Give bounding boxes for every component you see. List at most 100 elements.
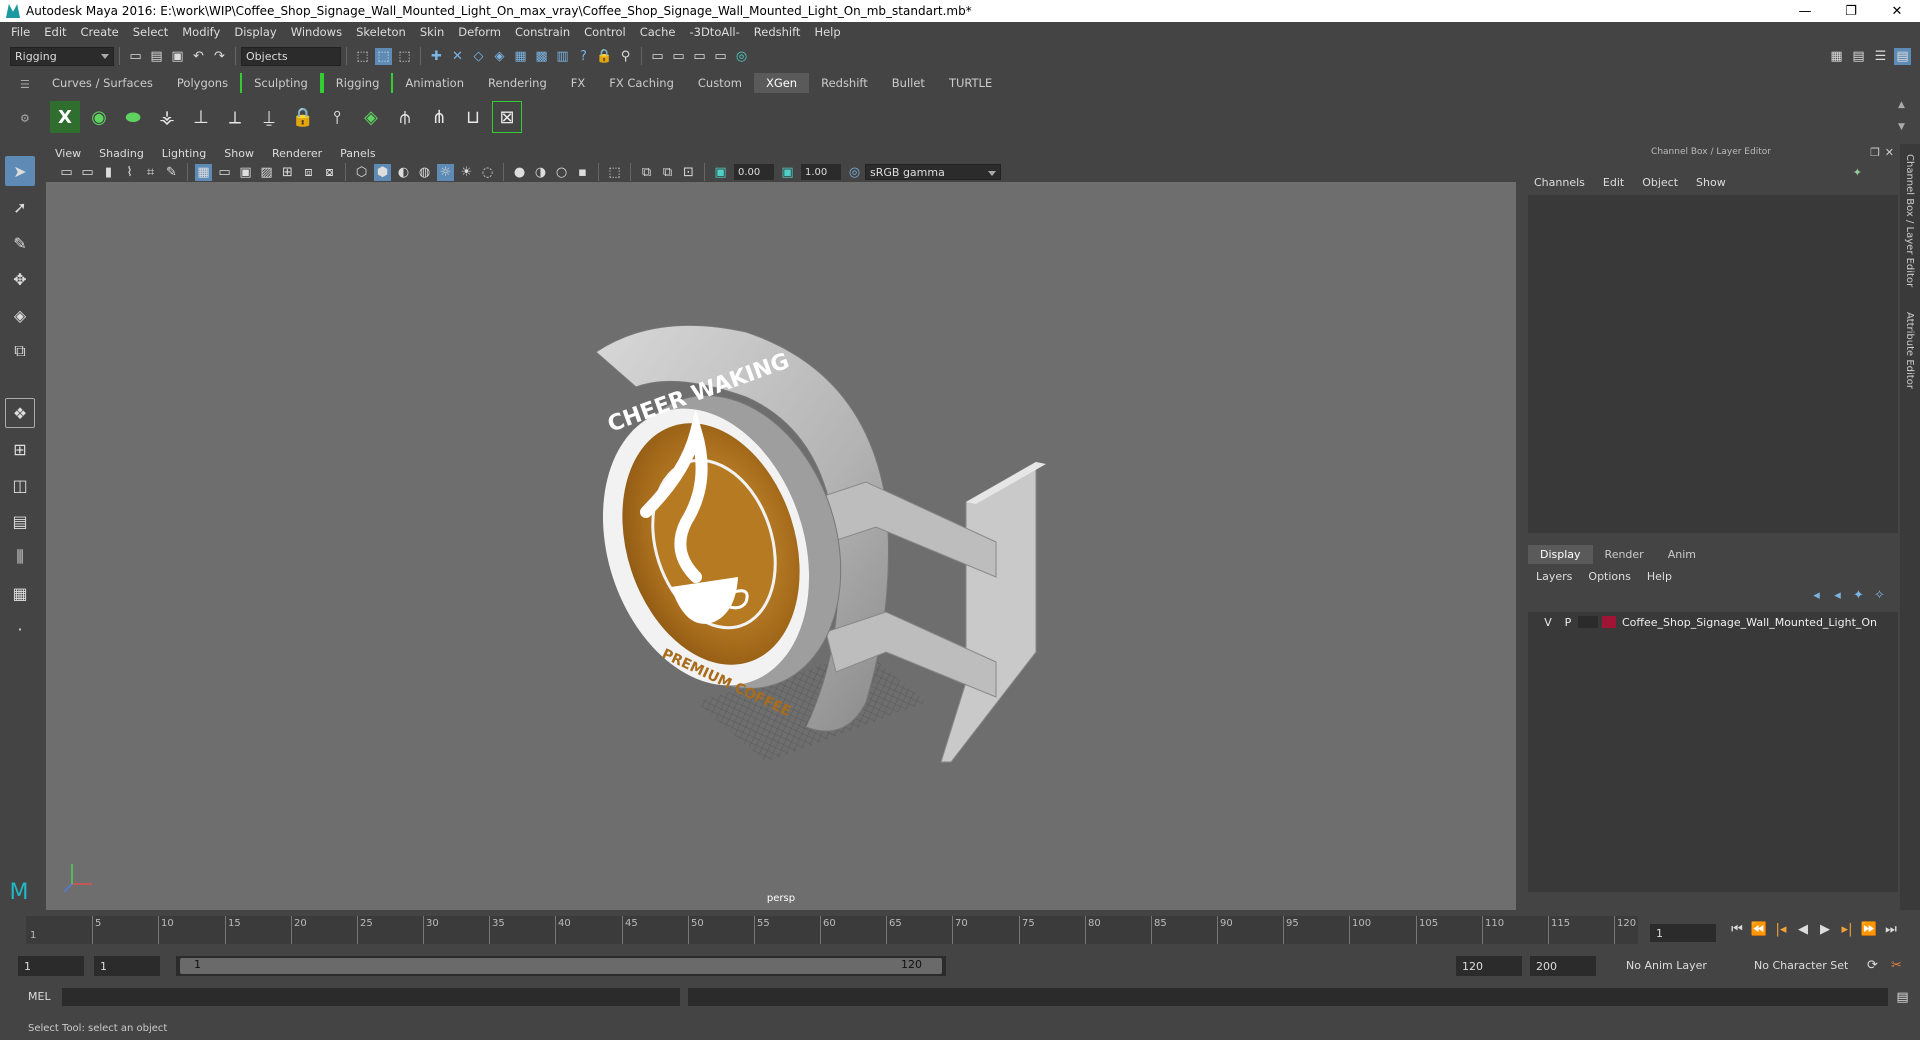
layout-single-pane-icon[interactable]: ❖ bbox=[5, 398, 35, 428]
layout-outliner-persp-icon[interactable]: ▤ bbox=[5, 506, 35, 536]
step-back-frame-icon[interactable]: |◂ bbox=[1770, 922, 1792, 937]
tab-xgen[interactable]: XGen bbox=[753, 73, 810, 93]
xgen-editor-icon[interactable]: X bbox=[50, 101, 80, 133]
tab-rigging[interactable]: Rigging bbox=[321, 73, 394, 93]
gamma-icon[interactable]: ▣ bbox=[779, 164, 796, 181]
move-tool-icon[interactable]: ✥ bbox=[5, 264, 35, 294]
tab-animation[interactable]: Animation bbox=[393, 73, 476, 93]
menu-windows[interactable]: Windows bbox=[284, 25, 349, 39]
vp-menu-lighting[interactable]: Lighting bbox=[153, 147, 215, 160]
layer-menu-options[interactable]: Options bbox=[1588, 570, 1630, 583]
script-editor-icon[interactable]: ▤ bbox=[1894, 989, 1911, 1006]
xgen-sculpt-guides-icon[interactable]: ⟂ bbox=[220, 101, 250, 133]
layout-single-icon[interactable]: ▦ bbox=[1828, 48, 1845, 65]
minimize-button[interactable]: — bbox=[1782, 0, 1828, 22]
xgen-preview-icon[interactable]: ◉ bbox=[84, 101, 114, 133]
gate-mask-icon[interactable]: ▨ bbox=[258, 164, 275, 181]
exposure-icon[interactable]: ▣ bbox=[712, 164, 729, 181]
scale-tool-icon[interactable]: ⧉ bbox=[5, 336, 35, 366]
menu-edit[interactable]: Edit bbox=[37, 25, 73, 39]
go-to-start-icon[interactable]: ⏮ bbox=[1726, 922, 1748, 937]
menu-create[interactable]: Create bbox=[74, 25, 126, 39]
frame-all-icon[interactable]: ⊡ bbox=[680, 164, 697, 181]
ipr-render-icon[interactable]: ▭ bbox=[691, 48, 708, 65]
go-to-end-icon[interactable]: ⏭ bbox=[1880, 922, 1902, 937]
vp-menu-panels[interactable]: Panels bbox=[331, 147, 384, 160]
use-all-lights-icon[interactable]: ☼ bbox=[437, 163, 454, 181]
tab-display[interactable]: Display bbox=[1528, 545, 1593, 564]
xray-icon[interactable]: ◌ bbox=[479, 164, 496, 181]
hypershade-icon[interactable]: ◎ bbox=[733, 48, 750, 65]
xgen-normalize-icon[interactable]: ⫯ bbox=[322, 101, 352, 133]
tab-fx-caching[interactable]: FX Caching bbox=[597, 73, 686, 93]
select-tool-icon[interactable]: ➤ bbox=[5, 156, 35, 186]
make-live-icon[interactable]: ⚲ bbox=[617, 48, 634, 65]
layout-more-icon[interactable]: · bbox=[5, 614, 35, 644]
layout-graph-icon[interactable]: ⫼ bbox=[5, 542, 35, 572]
wireframe-icon[interactable]: ⬡ bbox=[353, 164, 370, 181]
layout-four-pane-icon[interactable]: ⊞ bbox=[5, 434, 35, 464]
menu-skin[interactable]: Skin bbox=[413, 25, 451, 39]
animation-end-field[interactable]: 200 bbox=[1530, 956, 1596, 976]
shelf-scroll-up-icon[interactable]: ▲ bbox=[1898, 100, 1905, 110]
panel-float-icon[interactable]: ❐ bbox=[1870, 146, 1880, 159]
menu-modify[interactable]: Modify bbox=[175, 25, 227, 39]
motion-blur-icon[interactable]: ◑ bbox=[532, 164, 549, 181]
antialiasing-icon[interactable]: ○ bbox=[553, 164, 570, 181]
xgen-utilities-icon[interactable]: ⊠ bbox=[492, 101, 522, 133]
tab-attribute-editor-vertical[interactable]: Attribute Editor bbox=[1904, 312, 1915, 389]
vp-menu-shading[interactable]: Shading bbox=[90, 147, 153, 160]
new-layer-selected-icon[interactable]: ✧ bbox=[1871, 587, 1888, 604]
redo-icon[interactable]: ↷ bbox=[211, 48, 228, 65]
restore-button[interactable]: ❐ bbox=[1828, 0, 1874, 22]
snap-live-icon[interactable]: ▥ bbox=[554, 48, 571, 65]
menuset-dropdown[interactable]: Rigging bbox=[10, 46, 114, 66]
cb-menu-show[interactable]: Show bbox=[1696, 176, 1726, 189]
playback-end-field[interactable]: 120 bbox=[1456, 956, 1522, 976]
tab-redshift[interactable]: Redshift bbox=[809, 73, 880, 93]
shelf-scroll-down-icon[interactable]: ▼ bbox=[1898, 122, 1905, 132]
rotate-tool-icon[interactable]: ◈ bbox=[5, 300, 35, 330]
paint-select-icon[interactable]: ✎ bbox=[5, 228, 35, 258]
select-hierarchy-icon[interactable]: ⬚ bbox=[354, 48, 371, 65]
move-layer-down-icon[interactable]: ◂ bbox=[1829, 587, 1846, 604]
menu-3dtoall[interactable]: -3DtoAll- bbox=[682, 25, 746, 39]
panel-close-icon[interactable]: ✕ bbox=[1885, 146, 1894, 159]
field-chart-icon[interactable]: ⊞ bbox=[279, 164, 296, 181]
move-layer-up-icon[interactable]: ◂ bbox=[1808, 587, 1825, 604]
tab-sculpting[interactable]: Sculpting bbox=[240, 73, 322, 93]
menu-skeleton[interactable]: Skeleton bbox=[349, 25, 413, 39]
grid-icon[interactable]: ▦ bbox=[195, 163, 212, 181]
shelf-options-icon[interactable]: ⚙ bbox=[20, 112, 30, 125]
layout-hypershade-icon[interactable]: ▦ bbox=[5, 578, 35, 608]
select-object-icon[interactable]: ⬚ bbox=[375, 47, 392, 65]
range-bar[interactable]: 1 120 bbox=[176, 956, 946, 976]
vp-menu-renderer[interactable]: Renderer bbox=[263, 147, 331, 160]
menu-file[interactable]: File bbox=[4, 25, 37, 39]
step-back-key-icon[interactable]: ⏪ bbox=[1748, 922, 1770, 937]
shadows-icon[interactable]: ☀ bbox=[458, 164, 475, 181]
playback-start-field[interactable]: 1 bbox=[94, 956, 160, 976]
gamma-field[interactable]: 1.00 bbox=[801, 164, 841, 180]
menu-help[interactable]: Help bbox=[807, 25, 847, 39]
layout-outliner-icon[interactable]: ☰ bbox=[1872, 48, 1889, 65]
color-management-icon[interactable]: ◎ bbox=[846, 164, 863, 181]
open-scene-icon[interactable]: ▤ bbox=[148, 48, 165, 65]
anim-layer-dropdown[interactable]: No Anim Layer bbox=[1622, 956, 1742, 975]
cb-menu-channels[interactable]: Channels bbox=[1534, 176, 1585, 189]
menu-select[interactable]: Select bbox=[126, 25, 175, 39]
render-view-icon[interactable]: ▭ bbox=[649, 48, 666, 65]
tab-custom[interactable]: Custom bbox=[686, 73, 754, 93]
camera-attributes-icon[interactable]: ▭ bbox=[79, 164, 96, 181]
menu-constrain[interactable]: Constrain bbox=[508, 25, 577, 39]
select-component-icon[interactable]: ⬚ bbox=[396, 48, 413, 65]
menu-deform[interactable]: Deform bbox=[451, 25, 508, 39]
snap-vertex-icon[interactable]: ▩ bbox=[533, 48, 550, 65]
play-backwards-icon[interactable]: ◀ bbox=[1792, 922, 1814, 937]
resolution-gate-icon[interactable]: ▣ bbox=[237, 164, 254, 181]
xray-joints-icon[interactable]: ⧉ bbox=[638, 164, 655, 181]
exposure-field[interactable]: 0.00 bbox=[734, 164, 774, 180]
snap-curve-icon[interactable]: ✕ bbox=[449, 48, 466, 65]
xgen-place-guides-icon[interactable]: ⚶ bbox=[152, 101, 182, 133]
xgen-cut-icon[interactable]: ⋔ bbox=[424, 101, 454, 133]
